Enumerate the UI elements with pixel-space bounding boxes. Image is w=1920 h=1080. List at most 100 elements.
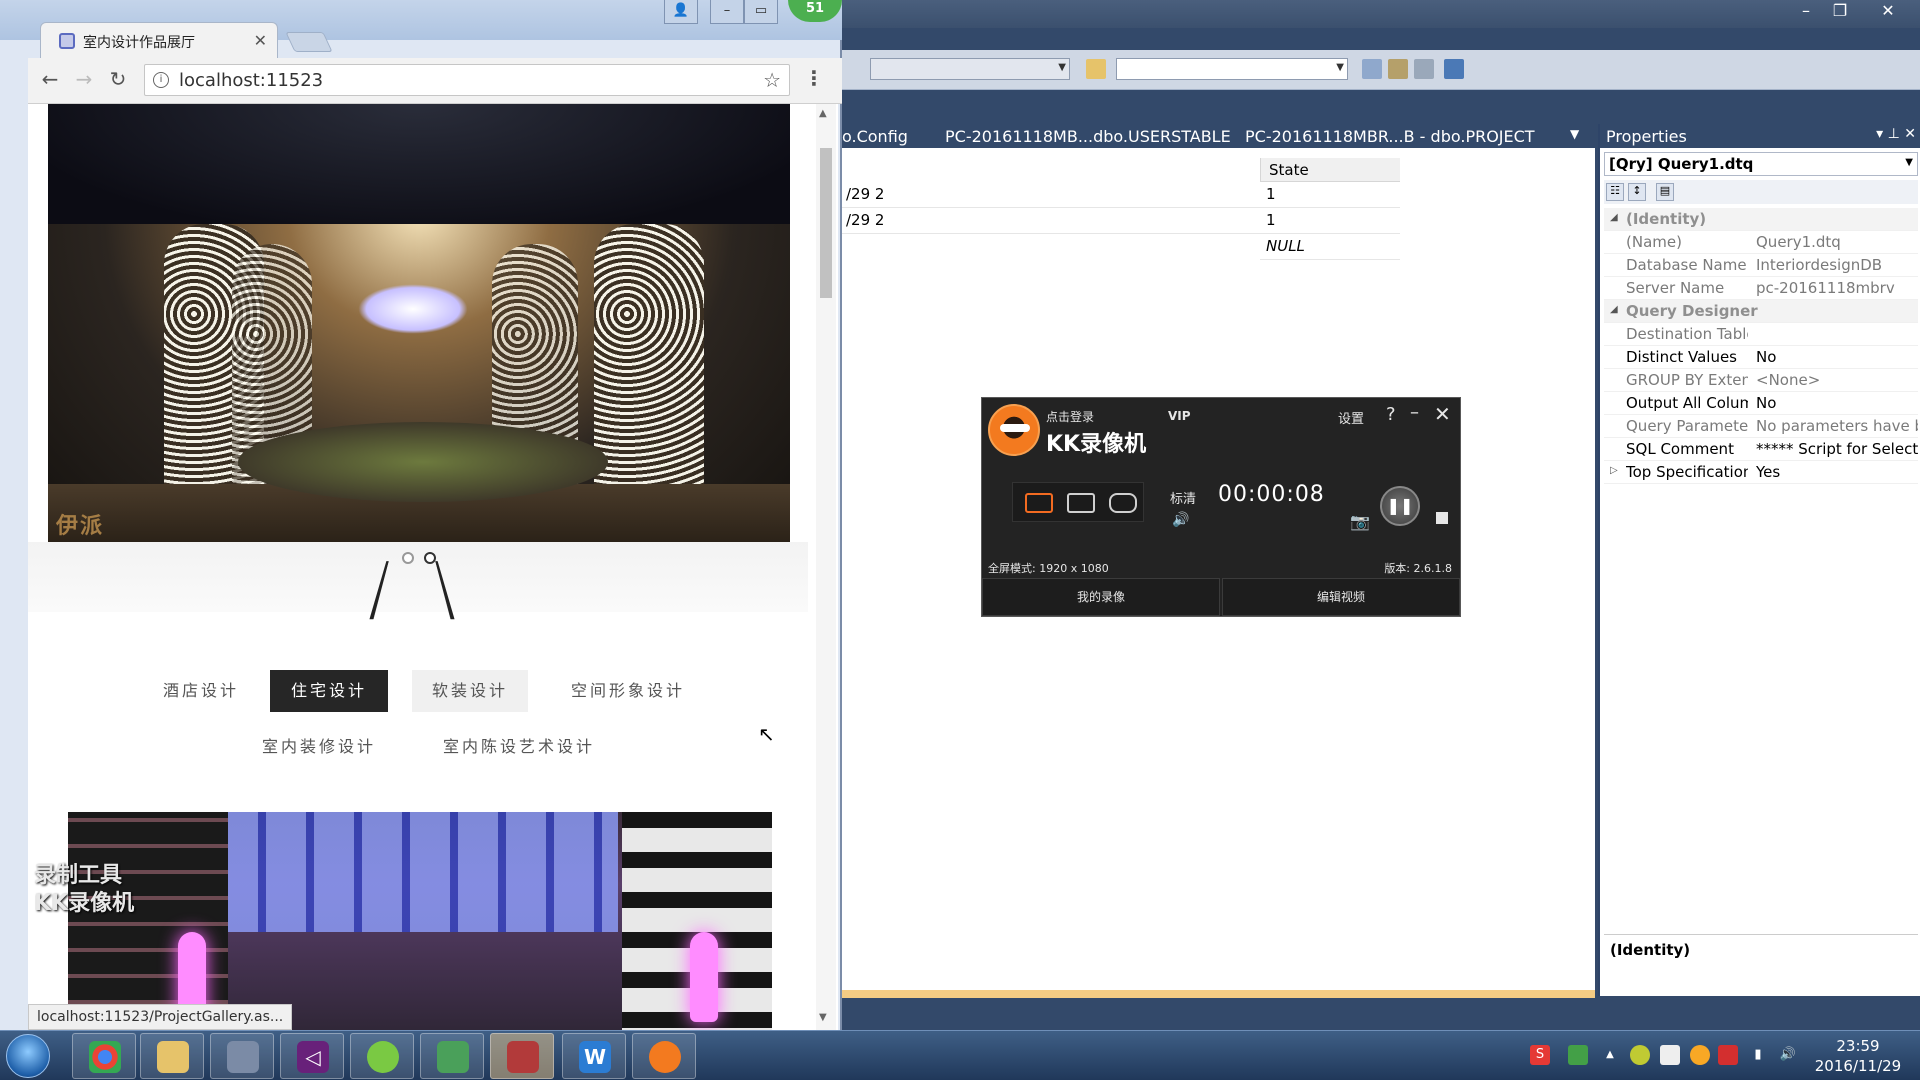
battery-icon[interactable] (1568, 1045, 1588, 1065)
browser-tab[interactable]: 室内设计作品展厅 ✕ (40, 22, 278, 58)
quality-selector[interactable]: 标清 (1170, 488, 1196, 507)
network-icon[interactable]: ▮ (1748, 1045, 1768, 1065)
toolbar-tool2-icon[interactable] (1388, 59, 1408, 79)
pin-close-icon[interactable]: ▾ ⊥ ✕ (1876, 126, 1916, 142)
security-icon[interactable] (1718, 1045, 1738, 1065)
info-icon[interactable]: i (153, 72, 169, 88)
my-recordings-button[interactable]: 我的录像 (982, 578, 1220, 616)
app6-taskbar-button[interactable] (420, 1033, 484, 1079)
close-tab-icon[interactable]: ✕ (254, 31, 267, 50)
property-row[interactable]: Server Name pc-20161118mbrv (1604, 277, 1918, 300)
property-value[interactable]: No (1756, 348, 1918, 366)
volume-icon[interactable]: 🔊 (1172, 512, 1189, 528)
property-row[interactable]: Database Name InteriordesignDB (1604, 254, 1918, 277)
vs-maximize-button[interactable]: ❐ (1822, 0, 1858, 24)
vs-minimize-button[interactable]: – (1788, 0, 1824, 24)
reload-icon[interactable]: ↻ (106, 68, 130, 92)
grid-cell-state[interactable]: NULL (1260, 234, 1400, 260)
bookmark-star-icon[interactable]: ☆ (763, 68, 781, 92)
help-icon[interactable]: ? (1386, 404, 1396, 425)
open-folder-icon[interactable] (1086, 59, 1106, 79)
property-value[interactable]: No (1756, 394, 1918, 412)
login-link[interactable]: 点击登录 (1046, 408, 1094, 425)
explorer-taskbar-button[interactable] (140, 1033, 204, 1079)
tray-app-icon[interactable] (1630, 1045, 1650, 1065)
tools-taskbar-button[interactable] (210, 1033, 274, 1079)
grid-cell-state[interactable]: 1 (1260, 208, 1400, 234)
category-space-image-design[interactable]: 空间形象设计 (552, 670, 704, 712)
property-value[interactable]: pc-20161118mbrv (1756, 279, 1918, 297)
tab-userstable[interactable]: PC-20161118MB...dbo.USERSTABLE (945, 127, 1231, 146)
property-row[interactable]: ▷ Top Specification Yes (1604, 461, 1918, 484)
property-value[interactable]: ***** Script for Select (1756, 440, 1918, 458)
fullscreen-mode-icon[interactable] (1025, 493, 1053, 513)
category-interior-furnishing-art[interactable]: 室内陈设艺术设计 (424, 726, 614, 768)
stop-button[interactable] (1436, 512, 1448, 524)
property-value[interactable]: Query1.dtq (1756, 233, 1918, 251)
pause-button[interactable]: ❚❚ (1380, 486, 1420, 526)
hero-carousel-image[interactable]: 伊派 (48, 104, 790, 542)
toolbar-tool3-icon[interactable] (1414, 59, 1434, 79)
property-row[interactable]: SQL Comment ***** Script for Select (1604, 438, 1918, 461)
device-icon[interactable] (1660, 1045, 1680, 1065)
kk-recorder-taskbar-button[interactable] (632, 1033, 696, 1079)
carousel-dot-active[interactable] (424, 552, 436, 564)
grid-cell[interactable]: /29 2 (840, 182, 1260, 208)
collapse-icon[interactable]: ◢ (1610, 212, 1618, 223)
chrome-taskbar-button[interactable] (72, 1033, 136, 1079)
screenshot-camera-icon[interactable]: 📷 (1350, 512, 1370, 531)
edit-video-button[interactable]: 编辑视频 (1222, 578, 1460, 616)
page-scrollbar[interactable]: ▲ ▼ (816, 104, 836, 1030)
close-icon[interactable]: ✕ (1434, 402, 1451, 426)
property-row[interactable]: Query Parameter List No parameters have b… (1604, 415, 1918, 438)
categorized-icon[interactable]: ☷ (1606, 183, 1624, 201)
toolbar-tool1-icon[interactable] (1362, 59, 1382, 79)
property-category[interactable]: ◢ Query Designer (1604, 300, 1918, 323)
property-value[interactable]: No parameters have been (1756, 417, 1918, 435)
property-value[interactable]: InteriordesignDB (1756, 256, 1918, 274)
solution-config-dropdown[interactable]: ▼ (870, 58, 1070, 80)
region-mode-icon[interactable] (1067, 493, 1095, 513)
toolbar-tool4-icon[interactable] (1444, 59, 1464, 79)
tray-expand-icon[interactable]: ▲ (1600, 1045, 1620, 1065)
carousel-dot[interactable] (402, 552, 414, 564)
maximize-button[interactable]: ▭ (744, 0, 778, 24)
tab-project[interactable]: PC-20161118MBR...B - dbo.PROJECT (1245, 127, 1535, 146)
category-residential-design[interactable]: 住宅设计 (270, 670, 388, 712)
property-row[interactable]: Destination Table (1604, 323, 1918, 346)
visual-studio-taskbar-button[interactable]: ◁ (280, 1033, 344, 1079)
grid-cell-state[interactable]: 1 (1260, 182, 1400, 208)
category-soft-decoration[interactable]: 软装设计 (412, 670, 528, 712)
expand-icon[interactable]: ▷ (1610, 465, 1618, 476)
find-dropdown[interactable]: ▼ (1116, 58, 1348, 80)
column-header-state[interactable]: State (1260, 158, 1400, 182)
tab-config[interactable]: o.Config (842, 127, 908, 146)
vip-link[interactable]: VIP (1168, 409, 1191, 423)
properties-object-selector[interactable]: [Qry] Query1.dtq ▼ (1604, 152, 1918, 176)
back-icon[interactable]: ← (38, 68, 62, 92)
minimize-button[interactable]: – (710, 0, 744, 24)
word-taskbar-button[interactable]: W (562, 1033, 626, 1079)
game-mode-icon[interactable] (1109, 493, 1137, 513)
category-interior-renovation[interactable]: 室内装修设计 (244, 726, 394, 768)
profile-button[interactable]: 👤 (664, 0, 698, 24)
property-row[interactable]: (Name) Query1.dtq (1604, 231, 1918, 254)
scrollbar-thumb[interactable] (820, 148, 832, 298)
clock[interactable]: 23:59 2016/11/29 (1800, 1036, 1916, 1076)
grid-cell[interactable]: /29 2 (840, 208, 1260, 234)
settings-button[interactable]: 设置 (1338, 408, 1364, 427)
address-bar[interactable]: i localhost:11523 ☆ (144, 64, 790, 96)
property-value[interactable]: Yes (1756, 463, 1918, 481)
property-pages-icon[interactable]: ▤ (1656, 183, 1674, 201)
alphabetical-icon[interactable]: ↕ (1628, 183, 1646, 201)
qq-icon[interactable] (1690, 1045, 1710, 1065)
menu-icon[interactable]: ⋮ (804, 66, 824, 94)
collapse-icon[interactable]: ◢ (1610, 304, 1618, 315)
property-category[interactable]: ◢ (Identity) (1604, 208, 1918, 231)
minimize-icon[interactable]: – (1410, 402, 1419, 423)
category-hotel-design[interactable]: 酒店设计 (142, 670, 260, 712)
property-row[interactable]: GROUP BY Extension <None> (1604, 369, 1918, 392)
scroll-up-icon[interactable]: ▲ (819, 108, 827, 119)
vs-close-button[interactable]: ✕ (1870, 0, 1906, 24)
property-value[interactable]: <None> (1756, 371, 1918, 389)
